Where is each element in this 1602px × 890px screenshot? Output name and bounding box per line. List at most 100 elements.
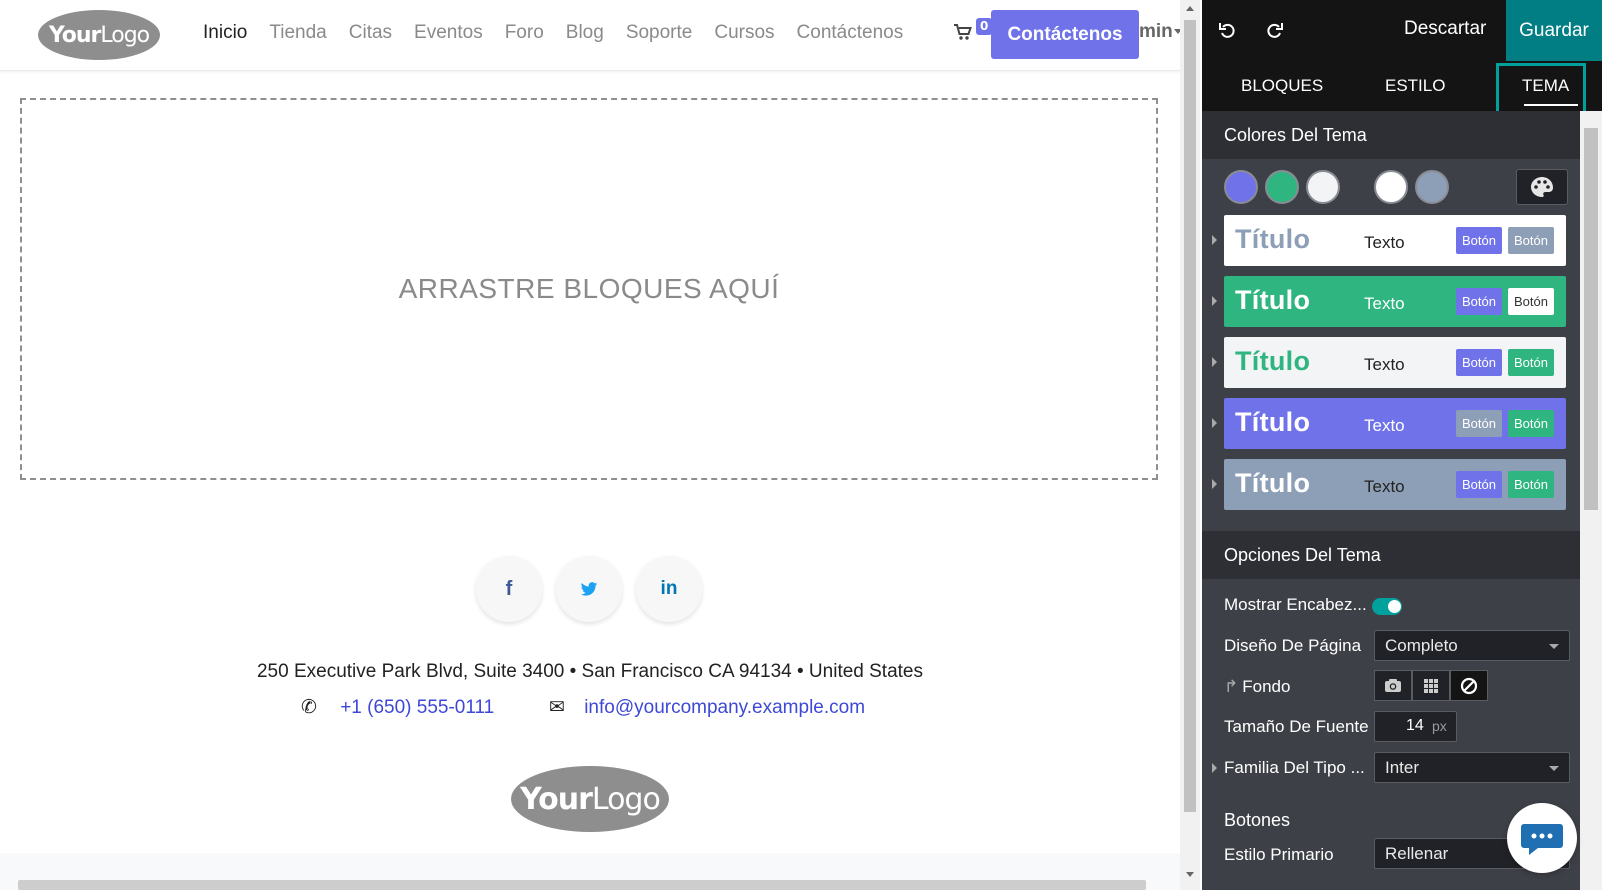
preset-primary-button: Botón	[1456, 471, 1502, 498]
envelope-icon: ✉	[549, 697, 565, 718]
cart-count-badge: 0	[976, 18, 993, 35]
font-size-unit: px	[1432, 718, 1447, 734]
preset-text: Texto	[1364, 477, 1405, 496]
horizontal-scrollbar[interactable]	[18, 880, 1146, 890]
phone-icon: ✆	[301, 697, 317, 718]
background-pattern-button[interactable]	[1412, 670, 1450, 701]
nav-item-blog[interactable]: Blog	[566, 20, 604, 46]
show-header-toggle-knob[interactable]	[1388, 600, 1401, 613]
tab-estilo[interactable]: ESTILO	[1385, 76, 1445, 96]
footer-email-link[interactable]: info@yourcompany.example.com	[584, 697, 865, 718]
nav-menu: Inicio Tienda Citas Eventos Foro Blog So…	[203, 20, 925, 46]
user-menu[interactable]: min	[1139, 21, 1173, 43]
preset-expand-caret-icon[interactable]	[1212, 296, 1217, 306]
preset-title: Título	[1235, 224, 1311, 254]
discard-button[interactable]: Descartar	[1404, 18, 1486, 40]
color-preset-1[interactable]: Título Texto Botón Botón	[1224, 215, 1566, 266]
nav-item-eventos[interactable]: Eventos	[414, 20, 483, 46]
footer-phone-row: ✆ +1 (650) 555-0111	[301, 696, 494, 719]
preset-text: Texto	[1364, 355, 1405, 374]
nav-item-inicio[interactable]: Inicio	[203, 20, 247, 46]
active-tab-underline	[1524, 104, 1578, 106]
preset-secondary-button: Botón	[1508, 288, 1554, 315]
page-layout-label: Diseño De Página	[1224, 636, 1362, 655]
website-preview: Your Logo Inicio Tienda Citas Eventos For…	[0, 0, 1184, 890]
theme-color-swatch-3[interactable]	[1306, 170, 1340, 204]
nav-item-soporte[interactable]: Soporte	[626, 20, 693, 46]
undo-icon[interactable]	[1214, 16, 1242, 44]
footer-phone-link[interactable]: +1 (650) 555-0111	[340, 697, 494, 718]
chevron-down-icon	[1549, 766, 1559, 771]
font-size-value: 14	[1406, 717, 1424, 734]
facebook-icon: f	[505, 577, 513, 600]
editor-panel: Descartar Guardar BLOQUES ESTILO TEMA Co…	[1202, 0, 1602, 890]
footer-logo[interactable]: Your Logo	[511, 766, 669, 832]
nav-item-citas[interactable]: Citas	[349, 20, 392, 46]
tab-bloques[interactable]: BLOQUES	[1241, 76, 1323, 96]
theme-color-swatch-5[interactable]	[1415, 170, 1449, 204]
preset-primary-button: Botón	[1456, 288, 1502, 315]
nav-item-tienda[interactable]: Tienda	[269, 20, 326, 46]
color-preset-5[interactable]: Título Texto Botón Botón	[1224, 459, 1566, 510]
nav-item-foro[interactable]: Foro	[505, 20, 544, 46]
background-none-button[interactable]	[1450, 670, 1488, 701]
font-family-select[interactable]: Inter	[1374, 752, 1570, 783]
chat-button[interactable]	[1507, 803, 1577, 873]
preset-expand-caret-icon[interactable]	[1212, 235, 1217, 245]
palette-button[interactable]	[1516, 169, 1568, 205]
font-family-expand-caret-icon[interactable]	[1212, 763, 1217, 773]
theme-colors-heading: Colores Del Tema	[1202, 111, 1580, 159]
vertical-scrollbar-thumb[interactable]	[1184, 20, 1196, 812]
editor-toolbar: Descartar Guardar	[1202, 0, 1602, 61]
color-preset-3[interactable]: Título Texto Botón Botón	[1224, 337, 1566, 388]
redo-icon[interactable]	[1260, 16, 1288, 44]
preset-title: Título	[1235, 407, 1311, 437]
preset-text: Texto	[1364, 294, 1405, 313]
scroll-up-arrow-icon[interactable]	[1186, 6, 1194, 11]
preset-title: Título	[1235, 468, 1311, 498]
background-label: ↱ Fondo	[1224, 677, 1291, 696]
none-icon	[1460, 677, 1478, 694]
page-layout-select[interactable]: Completo	[1374, 630, 1570, 661]
panel-scrollbar-thumb[interactable]	[1584, 128, 1598, 510]
theme-color-swatch-1[interactable]	[1224, 170, 1258, 204]
preset-expand-caret-icon[interactable]	[1212, 479, 1217, 489]
show-header-label: Mostrar Encabez...	[1224, 595, 1367, 614]
preset-secondary-button: Botón	[1508, 349, 1554, 376]
site-navbar: Your Logo Inicio Tienda Citas Eventos For…	[0, 0, 1184, 71]
preset-expand-caret-icon[interactable]	[1212, 418, 1217, 428]
preset-expand-caret-icon[interactable]	[1212, 357, 1217, 367]
font-family-value: Inter	[1385, 757, 1420, 777]
preset-title: Título	[1235, 285, 1311, 315]
color-preset-2[interactable]: Título Texto Botón Botón	[1224, 276, 1566, 327]
site-logo[interactable]: Your Logo	[38, 10, 160, 60]
primary-style-label: Estilo Primario	[1224, 845, 1334, 864]
scroll-down-arrow-icon[interactable]	[1186, 872, 1194, 877]
theme-color-swatch-4[interactable]	[1374, 170, 1408, 204]
grid-icon	[1424, 678, 1438, 693]
nav-item-cursos[interactable]: Cursos	[714, 20, 774, 46]
preset-secondary-button: Botón	[1508, 227, 1554, 254]
cart-icon[interactable]	[953, 22, 973, 42]
preset-secondary-button: Botón	[1508, 410, 1554, 437]
linkedin-button[interactable]: in	[636, 556, 702, 622]
footer-address: 250 Executive Park Blvd, Suite 3400 • Sa…	[256, 661, 923, 682]
background-image-button[interactable]	[1374, 670, 1412, 701]
block-dropzone[interactable]: ARRASTRE BLOQUES AQUÍ	[20, 98, 1158, 480]
twitter-icon	[580, 581, 598, 596]
preset-text: Texto	[1364, 233, 1405, 252]
chevron-down-icon	[1549, 644, 1559, 649]
contact-cta-button[interactable]: Contáctenos	[991, 10, 1139, 59]
theme-color-swatch-2[interactable]	[1265, 170, 1299, 204]
facebook-button[interactable]: f	[476, 556, 542, 622]
chat-icon	[1521, 824, 1563, 855]
save-button[interactable]: Guardar	[1506, 0, 1602, 61]
palette-icon	[1531, 177, 1553, 197]
color-preset-4[interactable]: Título Texto Botón Botón	[1224, 398, 1566, 449]
preset-secondary-button: Botón	[1508, 471, 1554, 498]
buttons-heading: Botones	[1224, 810, 1291, 830]
background-options	[1374, 670, 1488, 701]
primary-style-value: Rellenar	[1385, 843, 1449, 863]
nav-item-contactenos[interactable]: Contáctenos	[797, 20, 904, 46]
twitter-button[interactable]	[556, 556, 622, 622]
